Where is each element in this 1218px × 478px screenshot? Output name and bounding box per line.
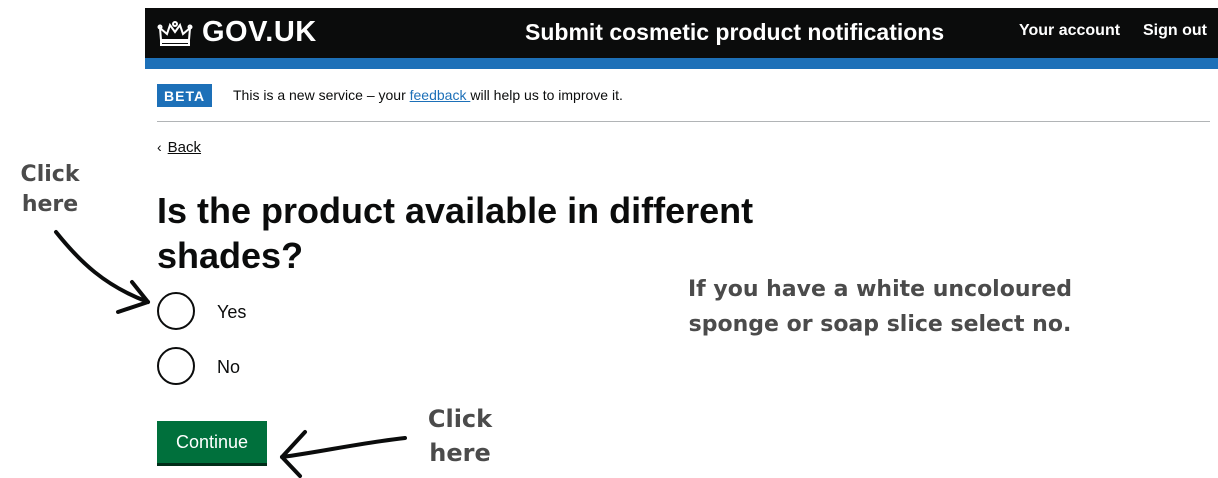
your-account-link[interactable]: Your account — [1019, 22, 1120, 40]
banner-text-after: will help us to improve it. — [470, 87, 623, 103]
header-accent-bar — [145, 58, 1218, 69]
govuk-logo-text[interactable]: GOV.UK — [202, 16, 317, 49]
continue-button[interactable]: Continue — [157, 421, 267, 463]
annotation-radio-hint: Click here — [20, 162, 80, 217]
service-name[interactable]: Submit cosmetic product notifications — [525, 19, 944, 46]
back-chevron-icon: ‹ — [157, 139, 162, 155]
annotation-note: If you have a white uncoloured sponge or… — [687, 277, 1073, 337]
banner-text-before: This is a new service – your — [233, 87, 410, 103]
beta-tag: BETA — [157, 84, 213, 107]
feedback-link[interactable]: feedback — [410, 87, 471, 103]
phase-banner-text: This is a new service – your feedback wi… — [233, 87, 623, 103]
site-header: GOV.UK Submit cosmetic product notificat… — [145, 8, 1218, 58]
back-link[interactable]: ‹ Back — [157, 139, 201, 156]
radio-input-yes[interactable] — [157, 292, 195, 330]
radio-option-yes[interactable]: Yes — [157, 292, 277, 334]
arrow-icon — [280, 430, 407, 478]
page-title: Is the product available in different sh… — [157, 190, 754, 276]
sign-out-link[interactable]: Sign out — [1143, 22, 1207, 40]
back-link-label: Back — [167, 139, 202, 156]
crown-icon — [157, 21, 193, 46]
radio-label-no[interactable]: No — [217, 357, 240, 378]
radio-option-no[interactable]: No — [157, 347, 277, 389]
radio-input-no[interactable] — [157, 347, 195, 385]
annotation-button-hint: Click here — [427, 405, 493, 467]
radio-label-yes[interactable]: Yes — [217, 302, 246, 323]
arrow-icon — [54, 230, 150, 314]
phase-banner: BETA This is a new service – your feedba… — [157, 84, 1210, 122]
